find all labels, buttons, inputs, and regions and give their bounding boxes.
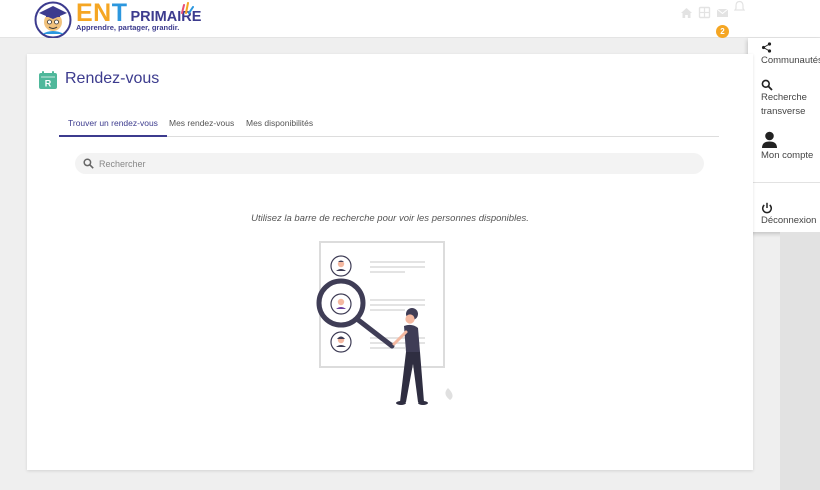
menu-item-recherche-transverse[interactable]: Recherche transverse <box>761 91 817 119</box>
top-bar: ENT PRIMAIRE Apprendre, partager, grandir… <box>0 0 820 38</box>
app-logo[interactable]: ENT PRIMAIRE Apprendre, partager, grandir… <box>34 0 201 38</box>
notification-count-badge[interactable]: 2 <box>716 25 729 38</box>
menu-divider <box>748 182 820 183</box>
tab-bar: Trouver un rendez-vous Mes rendez-vous M… <box>59 112 719 137</box>
mail-icon[interactable] <box>716 6 729 19</box>
search-icon <box>761 79 773 91</box>
apps-icon[interactable] <box>698 6 711 19</box>
bell-icon[interactable] <box>733 0 746 13</box>
svg-text:R: R <box>45 79 52 89</box>
search-hint-text: Utilisez la barre de recherche pour voir… <box>251 213 529 224</box>
menu-item-mon-compte[interactable]: Mon compte <box>761 149 813 163</box>
user-icon <box>762 131 777 148</box>
home-icon[interactable] <box>680 6 693 19</box>
search-bar <box>75 153 704 174</box>
logo-tagline: Apprendre, partager, grandir. <box>76 23 180 32</box>
tab-mes-disponibilites[interactable]: Mes disponibilités <box>246 118 313 137</box>
page-title: Rendez-vous <box>65 70 160 87</box>
logo-spark-icon <box>181 2 194 14</box>
user-side-menu: Communautés Recherche transverse Mon com… <box>748 38 820 232</box>
menu-item-communautes[interactable]: Communautés <box>761 54 820 68</box>
calendar-icon: R <box>39 71 57 89</box>
search-icon <box>83 158 94 169</box>
menu-item-deconnexion[interactable]: Déconnexion <box>761 214 816 228</box>
search-input[interactable] <box>99 154 689 173</box>
logo-mascot-icon <box>34 1 72 38</box>
share-icon <box>761 42 772 53</box>
page-scrollbar[interactable] <box>780 232 820 490</box>
search-people-illustration <box>316 241 453 405</box>
power-icon <box>761 202 773 214</box>
tab-trouver-un-rendez-vous[interactable]: Trouver un rendez-vous <box>59 118 167 137</box>
rendez-vous-card: R Rendez-vous Trouver un rendez-vous Mes… <box>27 54 753 470</box>
tab-mes-rendez-vous[interactable]: Mes rendez-vous <box>169 118 234 137</box>
